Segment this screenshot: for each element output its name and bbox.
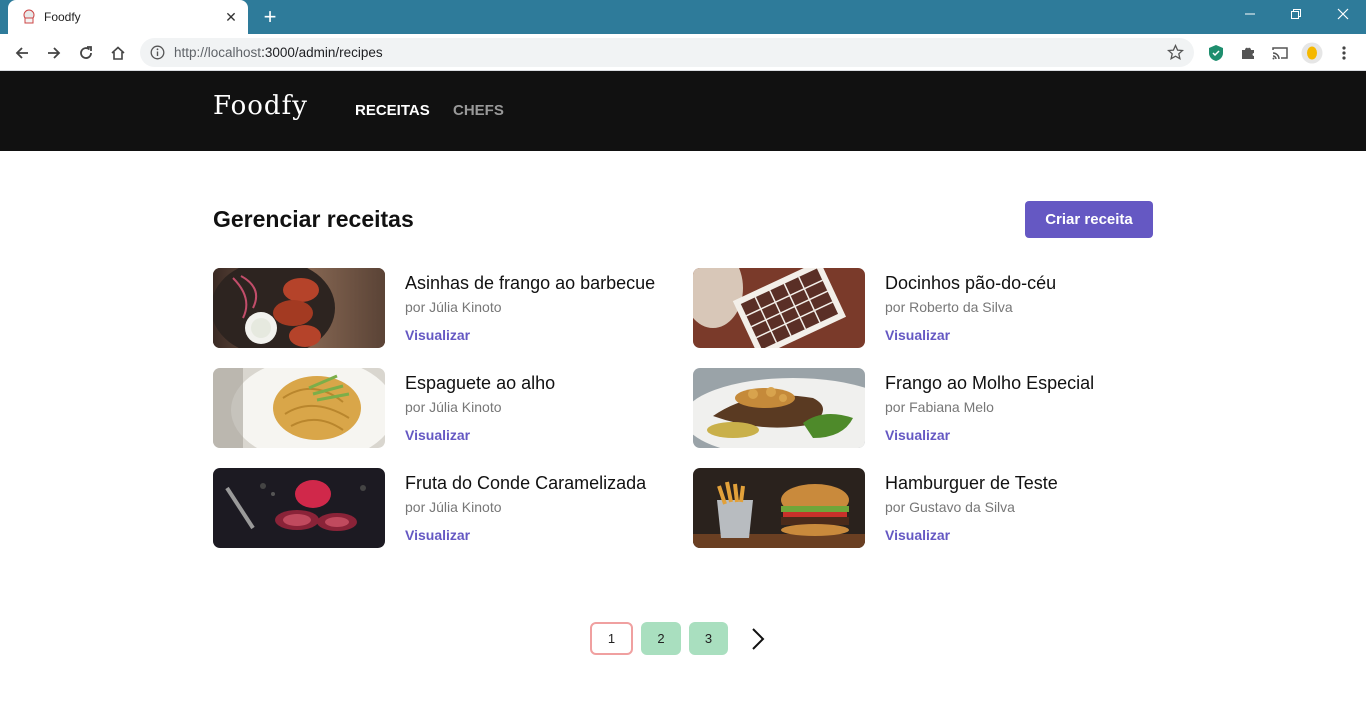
forward-icon[interactable]	[41, 40, 67, 66]
tab-close-icon[interactable]: ✕	[222, 8, 240, 26]
cast-icon[interactable]	[1268, 41, 1292, 65]
recipe-author: por Júlia Kinoto	[405, 299, 502, 315]
url-text: http://localhost:3000/admin/recipes	[174, 45, 383, 60]
browser-toolbar: http://localhost:3000/admin/recipes	[0, 34, 1366, 71]
view-recipe-link[interactable]: Visualizar	[405, 427, 470, 443]
recipe-author: por Gustavo da Silva	[885, 499, 1015, 515]
recipe-title: Hamburguer de Teste	[885, 473, 1058, 493]
create-recipe-button[interactable]: Criar receita	[1025, 201, 1153, 238]
view-recipe-link[interactable]: Visualizar	[885, 527, 950, 543]
profile-avatar-icon[interactable]	[1300, 41, 1324, 65]
nav-link-receitas[interactable]: RECEITAS	[355, 102, 430, 119]
chevron-right-icon[interactable]	[748, 627, 768, 651]
view-recipe-link[interactable]: Visualizar	[885, 427, 950, 443]
recipe-card: Docinhos pão-do-céu por Roberto da Silva…	[693, 268, 1153, 348]
foodfy-logo[interactable]: Foodfy	[213, 91, 308, 121]
url-path: :3000/admin/recipes	[261, 45, 383, 60]
chef-hat-icon	[21, 9, 37, 25]
bookmark-star-icon[interactable]	[1166, 43, 1185, 61]
address-bar[interactable]: http://localhost:3000/admin/recipes	[140, 38, 1194, 67]
recipe-title: Asinhas de frango ao barbecue	[405, 273, 656, 293]
browser-tab-bar: Foodfy ✕ +	[0, 0, 1366, 34]
reload-icon[interactable]	[73, 40, 99, 66]
recipe-author: por Júlia Kinoto	[405, 499, 502, 515]
recipe-author: por Fabiana Melo	[885, 399, 994, 415]
puzzle-extension-icon[interactable]	[1236, 41, 1260, 65]
recipe-image-chicken-plate	[693, 368, 865, 448]
page-title: Gerenciar receitas	[213, 206, 414, 232]
url-host: http://localhost	[174, 45, 262, 60]
recipe-card: Fruta do Conde Caramelizada por Júlia Ki…	[213, 468, 673, 548]
page-button-3[interactable]: 3	[689, 622, 728, 655]
recipe-card: Hamburguer de Teste por Gustavo da Silva…	[693, 468, 1153, 548]
view-recipe-link[interactable]: Visualizar	[405, 327, 470, 343]
new-tab-button[interactable]: +	[258, 5, 282, 29]
recipe-image-chicken-wings	[213, 268, 385, 348]
app-header: Foodfy RECEITAS CHEFS	[0, 71, 1366, 151]
close-window-icon[interactable]	[1320, 0, 1366, 30]
recipe-author: por Roberto da Silva	[885, 299, 1013, 315]
page-button-1[interactable]: 1	[590, 622, 633, 655]
shield-extension-icon[interactable]	[1204, 41, 1228, 65]
recipe-image-chocolates	[693, 268, 865, 348]
recipe-author: por Júlia Kinoto	[405, 399, 502, 415]
menu-dots-icon[interactable]	[1332, 41, 1356, 65]
recipe-image-spaghetti	[213, 368, 385, 448]
recipe-image-fruit	[213, 468, 385, 548]
info-icon[interactable]	[150, 45, 165, 60]
recipe-image-burger	[693, 468, 865, 548]
view-recipe-link[interactable]: Visualizar	[405, 527, 470, 543]
recipe-card: Asinhas de frango ao barbecue por Júlia …	[213, 268, 673, 348]
recipe-title: Espaguete ao alho	[405, 373, 556, 393]
back-icon[interactable]	[9, 40, 35, 66]
page-button-2[interactable]: 2	[641, 622, 681, 655]
tab-title: Foodfy	[44, 10, 81, 24]
view-recipe-link[interactable]: Visualizar	[885, 327, 950, 343]
recipe-title: Frango ao Molho Especial	[885, 373, 1095, 393]
recipe-card: Frango ao Molho Especial por Fabiana Mel…	[693, 368, 1153, 448]
recipe-title: Fruta do Conde Caramelizada	[405, 473, 647, 493]
restore-icon[interactable]	[1273, 0, 1319, 30]
browser-tab[interactable]: Foodfy ✕	[8, 0, 248, 34]
minimize-icon[interactable]	[1227, 0, 1273, 30]
recipe-title: Docinhos pão-do-céu	[885, 273, 1057, 293]
home-icon[interactable]	[105, 40, 131, 66]
recipe-card: Espaguete ao alho por Júlia Kinoto Visua…	[213, 368, 673, 448]
nav-link-chefs[interactable]: CHEFS	[453, 102, 504, 119]
